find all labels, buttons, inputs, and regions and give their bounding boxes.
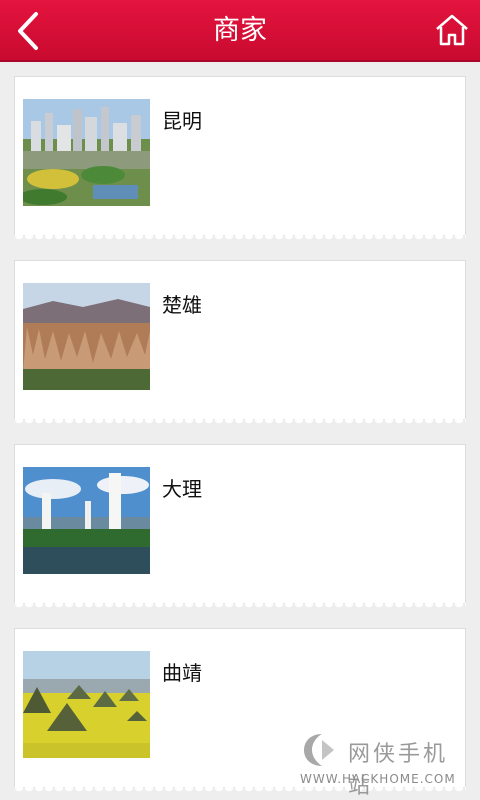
merchant-thumbnail (23, 467, 150, 574)
merchant-thumbnail (23, 99, 150, 206)
merchant-name: 大理 (162, 477, 202, 501)
watermark: 网侠手机站 WWW.HACKHOME.COM (300, 730, 472, 799)
merchant-name: 楚雄 (162, 293, 202, 317)
home-icon (436, 14, 468, 46)
merchant-thumbnail (23, 651, 150, 758)
merchant-name: 昆明 (162, 109, 202, 133)
home-button[interactable] (434, 12, 470, 48)
merchant-name: 曲靖 (162, 661, 202, 685)
merchant-thumbnail (23, 283, 150, 390)
merchant-item-kunming[interactable]: 昆明 (14, 76, 466, 243)
page-title: 商家 (213, 15, 267, 46)
header-bar: 商家 (0, 0, 480, 62)
watermark-text: 网侠手机站 (348, 742, 449, 799)
merchant-item-chuxiong[interactable]: 楚雄 (14, 260, 466, 427)
watermark-url: WWW.HACKHOME.COM (300, 772, 456, 786)
merchant-item-dali[interactable]: 大理 (14, 444, 466, 611)
watermark-logo-icon (304, 734, 334, 766)
